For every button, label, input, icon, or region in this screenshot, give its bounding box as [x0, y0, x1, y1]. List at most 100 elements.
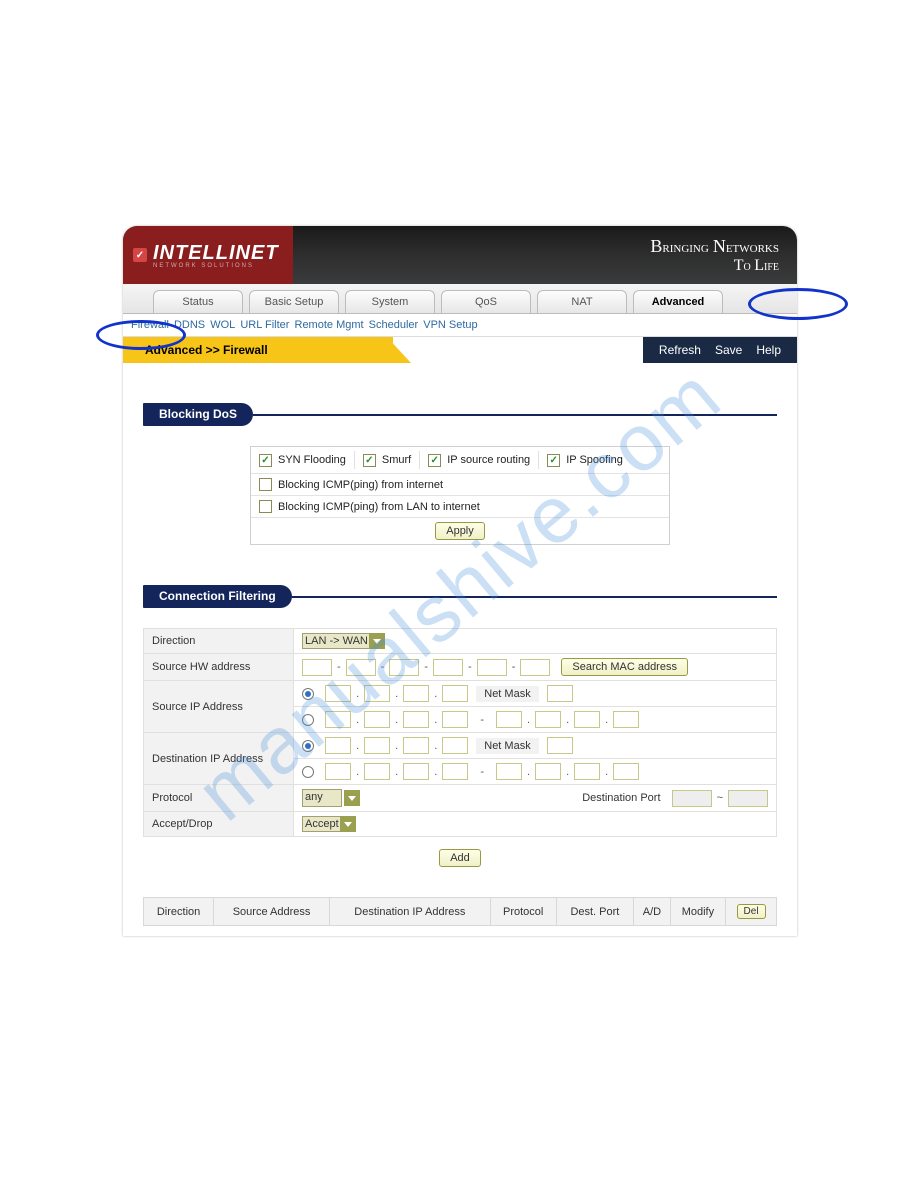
input-src-netmask[interactable]	[547, 685, 573, 702]
tab-qos[interactable]: QoS	[441, 290, 531, 313]
input-dst-ip-b4[interactable]	[442, 763, 468, 780]
select-protocol[interactable]: any	[302, 789, 342, 807]
label-source-hw: Source HW address	[144, 654, 294, 681]
input-src-ip-b3[interactable]	[403, 711, 429, 728]
brand-name: INTELLINET	[153, 242, 279, 264]
input-mac-4[interactable]	[433, 659, 463, 676]
checkbox-block-icmp-internet[interactable]	[259, 478, 272, 491]
input-mac-2[interactable]	[346, 659, 376, 676]
apply-button[interactable]: Apply	[435, 522, 485, 540]
chevron-down-icon[interactable]	[344, 790, 360, 806]
label-source-ip: Source IP Address	[144, 681, 294, 733]
checkbox-smurf[interactable]	[363, 454, 376, 467]
chevron-down-icon[interactable]	[369, 633, 385, 649]
th-direction: Direction	[144, 898, 214, 926]
subnav-url-filter[interactable]: URL Filter	[240, 319, 289, 331]
header-banner: ✓ INTELLINET NETWORK SOLUTIONS Bringing …	[123, 226, 797, 284]
label-src-netmask: Net Mask	[476, 686, 538, 702]
subnav-ddns[interactable]: DDNS	[174, 319, 205, 331]
input-dest-port-from[interactable]	[672, 790, 712, 807]
input-src-ip-b4[interactable]	[442, 711, 468, 728]
input-dst-ip-c1[interactable]	[496, 763, 522, 780]
dos-options-box: SYN Flooding Smurf IP source routing IP …	[250, 446, 670, 545]
checkbox-syn-flooding[interactable]	[259, 454, 272, 467]
input-mac-3[interactable]	[389, 659, 419, 676]
chevron-down-icon[interactable]	[340, 816, 356, 832]
label-dest-ip: Destination IP Address	[144, 733, 294, 785]
select-direction[interactable]: LAN -> WAN	[302, 633, 371, 649]
main-tabs: Status Basic Setup System QoS NAT Advanc…	[123, 284, 797, 314]
input-dest-port-to[interactable]	[728, 790, 768, 807]
input-dst-ip-a4[interactable]	[442, 737, 468, 754]
sub-nav: Firewall DDNS WOL URL Filter Remote Mgmt…	[123, 314, 797, 337]
radio-dst-ip-single[interactable]	[302, 740, 314, 752]
subnav-scheduler[interactable]: Scheduler	[369, 319, 419, 331]
subnav-firewall[interactable]: Firewall	[131, 319, 169, 331]
input-src-ip-c4[interactable]	[613, 711, 639, 728]
input-src-ip-c3[interactable]	[574, 711, 600, 728]
input-src-ip-a4[interactable]	[442, 685, 468, 702]
input-dst-netmask[interactable]	[547, 737, 573, 754]
input-dst-ip-a3[interactable]	[403, 737, 429, 754]
brand-check-icon: ✓	[133, 248, 147, 262]
label-block-icmp-lan: Blocking ICMP(ping) from LAN to internet	[278, 501, 480, 513]
input-src-ip-c2[interactable]	[535, 711, 561, 728]
tab-system[interactable]: System	[345, 290, 435, 313]
tab-status[interactable]: Status	[153, 290, 243, 313]
radio-dst-ip-range[interactable]	[302, 766, 314, 778]
th-ad: A/D	[634, 898, 671, 926]
tab-basic-setup[interactable]: Basic Setup	[249, 290, 339, 313]
subnav-vpn-setup[interactable]: VPN Setup	[423, 319, 477, 331]
page-actions: Refresh Save Help	[643, 337, 797, 363]
input-src-ip-a3[interactable]	[403, 685, 429, 702]
tab-advanced[interactable]: Advanced	[633, 290, 723, 313]
label-accept-drop: Accept/Drop	[144, 812, 294, 837]
input-dst-ip-c3[interactable]	[574, 763, 600, 780]
th-modify: Modify	[670, 898, 725, 926]
search-mac-button[interactable]: Search MAC address	[561, 658, 688, 676]
save-link[interactable]: Save	[715, 343, 742, 357]
input-src-ip-b2[interactable]	[364, 711, 390, 728]
section-head-conn: Connection Filtering	[143, 585, 777, 608]
checkbox-block-icmp-lan[interactable]	[259, 500, 272, 513]
section-head-dos: Blocking DoS	[143, 403, 777, 426]
router-admin-page: ✓ INTELLINET NETWORK SOLUTIONS Bringing …	[123, 226, 797, 936]
input-mac-6[interactable]	[520, 659, 550, 676]
input-src-ip-a1[interactable]	[325, 685, 351, 702]
subnav-remote-mgmt[interactable]: Remote Mgmt	[295, 319, 364, 331]
rules-table: Direction Source Address Destination IP …	[143, 897, 777, 926]
input-dst-ip-b2[interactable]	[364, 763, 390, 780]
select-accept-drop[interactable]: Accept	[302, 816, 342, 832]
th-protocol: Protocol	[490, 898, 556, 926]
input-dst-ip-b1[interactable]	[325, 763, 351, 780]
th-source-address: Source Address	[214, 898, 330, 926]
input-dst-ip-c2[interactable]	[535, 763, 561, 780]
del-header-button[interactable]: Del	[737, 904, 766, 919]
help-link[interactable]: Help	[756, 343, 781, 357]
label-syn-flooding: SYN Flooding	[278, 454, 346, 466]
radio-src-ip-single[interactable]	[302, 688, 314, 700]
add-button[interactable]: Add	[439, 849, 481, 867]
tagline: Bringing Networks To Life	[650, 236, 779, 275]
tab-nat[interactable]: NAT	[537, 290, 627, 313]
input-dst-ip-a2[interactable]	[364, 737, 390, 754]
checkbox-ip-source-routing[interactable]	[428, 454, 441, 467]
label-direction: Direction	[144, 629, 294, 654]
radio-src-ip-range[interactable]	[302, 714, 314, 726]
checkbox-ip-spoofing[interactable]	[547, 454, 560, 467]
breadcrumb-row: Advanced >> Firewall Refresh Save Help	[123, 337, 797, 363]
brand-box: ✓ INTELLINET NETWORK SOLUTIONS	[123, 226, 293, 284]
label-ip-source-routing: IP source routing	[447, 454, 530, 466]
refresh-link[interactable]: Refresh	[659, 343, 701, 357]
input-mac-5[interactable]	[477, 659, 507, 676]
input-dst-ip-a1[interactable]	[325, 737, 351, 754]
input-dst-ip-b3[interactable]	[403, 763, 429, 780]
input-src-ip-a2[interactable]	[364, 685, 390, 702]
input-src-ip-c1[interactable]	[496, 711, 522, 728]
input-src-ip-b1[interactable]	[325, 711, 351, 728]
subnav-wol[interactable]: WOL	[210, 319, 235, 331]
input-dst-ip-c4[interactable]	[613, 763, 639, 780]
breadcrumb: Advanced >> Firewall	[123, 337, 393, 363]
section-title-dos: Blocking DoS	[143, 403, 253, 426]
input-mac-1[interactable]	[302, 659, 332, 676]
